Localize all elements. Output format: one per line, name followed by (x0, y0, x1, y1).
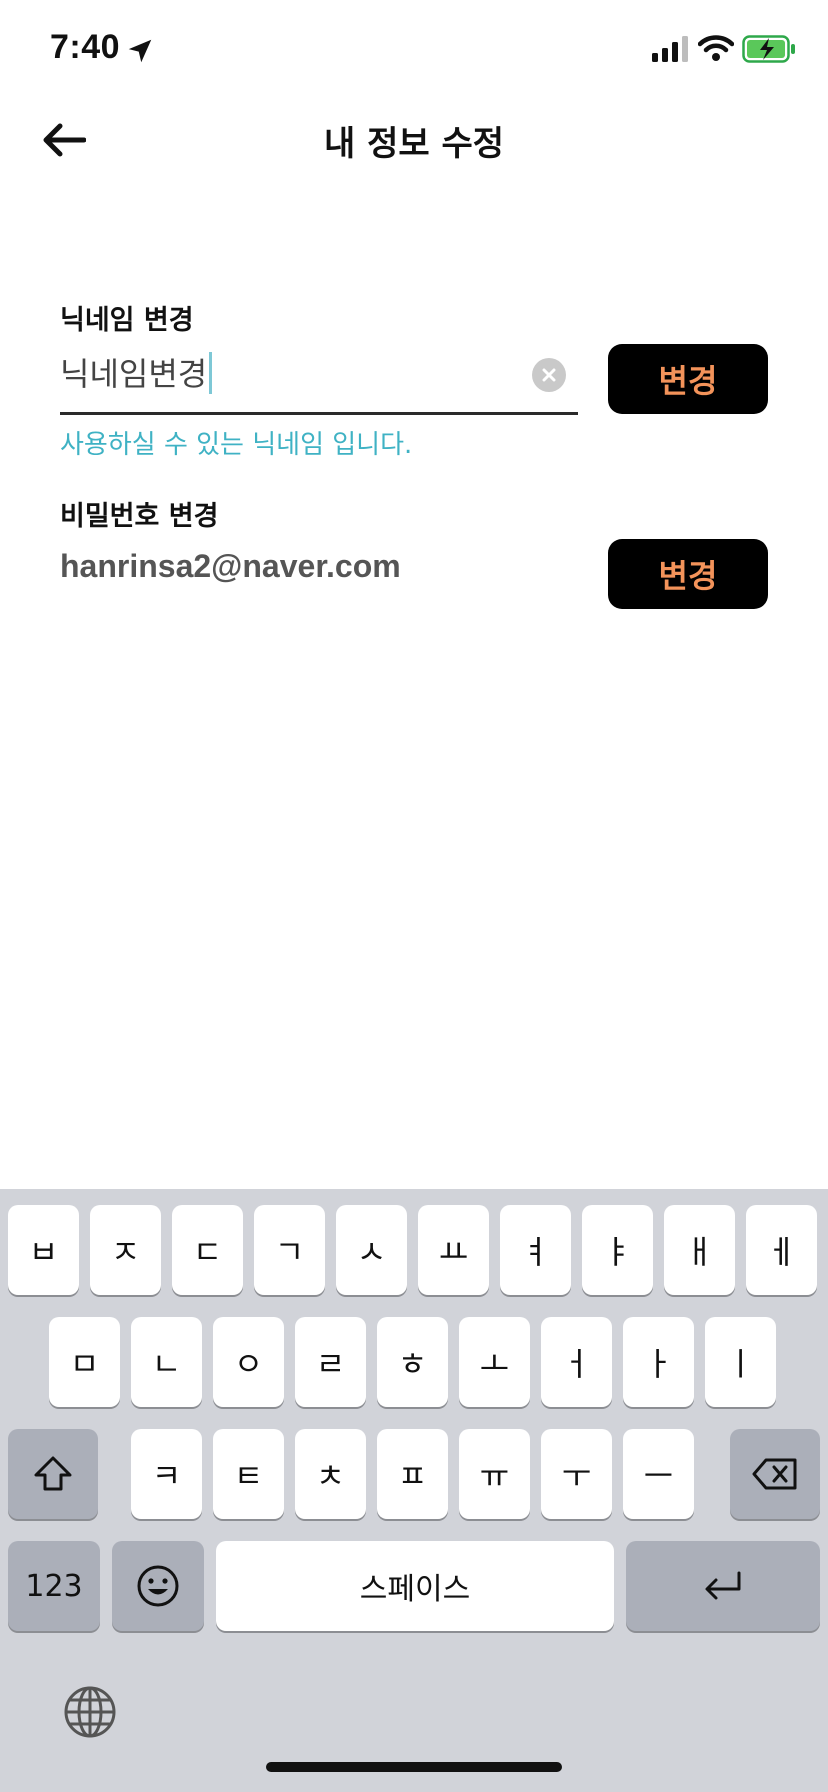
account-email: hanrinsa2@naver.com (60, 548, 401, 584)
return-key[interactable] (626, 1541, 820, 1631)
key-25[interactable]: ㅜ (541, 1429, 612, 1519)
key-6[interactable]: ㅛ (418, 1205, 489, 1295)
key-7[interactable]: ㅕ (500, 1205, 571, 1295)
key-10[interactable]: ㅔ (746, 1205, 817, 1295)
shift-key[interactable] (8, 1429, 98, 1519)
key-15[interactable]: ㅎ (377, 1317, 448, 1407)
key-18[interactable]: ㅏ (623, 1317, 694, 1407)
key-23[interactable]: ㅍ (377, 1429, 448, 1519)
key-16[interactable]: ㅗ (459, 1317, 530, 1407)
key-21[interactable]: ㅌ (213, 1429, 284, 1519)
key-24[interactable]: ㅠ (459, 1429, 530, 1519)
globe-button[interactable] (62, 1684, 118, 1740)
key-14[interactable]: ㄹ (295, 1317, 366, 1407)
page-title: 내 정보 수정 (323, 124, 505, 164)
key-20[interactable]: ㅋ (131, 1429, 202, 1519)
key-19[interactable]: ㅣ (705, 1317, 776, 1407)
wifi-icon (698, 35, 734, 61)
nickname-change-button[interactable]: 변경 (608, 344, 768, 414)
nickname-input[interactable] (60, 344, 510, 400)
cellular-signal-icon (652, 36, 688, 62)
key-22[interactable]: ㅊ (295, 1429, 366, 1519)
location-arrow-icon (128, 39, 152, 63)
key-13[interactable]: ㅇ (213, 1317, 284, 1407)
key-1[interactable]: ㅂ (8, 1205, 79, 1295)
key-5[interactable]: ㅅ (336, 1205, 407, 1295)
status-bar: 7:40 (0, 0, 828, 100)
emoji-key[interactable] (112, 1541, 204, 1631)
password-change-button[interactable]: 변경 (608, 539, 768, 609)
key-17[interactable]: ㅓ (541, 1317, 612, 1407)
status-time: 7:40 (50, 28, 121, 66)
nickname-field (60, 344, 578, 415)
close-icon (542, 368, 556, 382)
password-label: 비밀번호 변경 (60, 501, 219, 532)
key-12[interactable]: ㄴ (131, 1317, 202, 1407)
nickname-label: 닉네임 변경 (60, 305, 194, 336)
key-26[interactable]: ㅡ (623, 1429, 694, 1519)
space-key[interactable]: 스페이스 (216, 1541, 614, 1631)
clear-input-button[interactable] (532, 358, 566, 392)
return-arrow-icon (705, 1571, 741, 1600)
key-11[interactable]: ㅁ (49, 1317, 120, 1407)
emoji-icon (137, 1565, 179, 1607)
backspace-key[interactable] (730, 1429, 820, 1519)
home-indicator (266, 1762, 562, 1772)
globe-icon (64, 1686, 116, 1738)
text-caret (209, 352, 212, 394)
numbers-key[interactable]: 123 (8, 1541, 100, 1631)
key-4[interactable]: ㄱ (254, 1205, 325, 1295)
key-8[interactable]: ㅑ (582, 1205, 653, 1295)
nickname-helper-text: 사용하실 수 있는 닉네임 입니다. (60, 430, 413, 460)
key-9[interactable]: ㅐ (664, 1205, 735, 1295)
key-3[interactable]: ㄷ (172, 1205, 243, 1295)
shift-arrow-icon (34, 1456, 72, 1491)
backspace-icon (752, 1458, 797, 1490)
battery-charging-icon (742, 35, 795, 63)
keyboard: ㅂ ㅈ ㄷ ㄱ ㅅ ㅛ ㅕ ㅑ ㅐ ㅔ ㅁ ㄴ ㅇ ㄹ ㅎ ㅗ ㅓ ㅏ ㅣ ㅋ … (0, 1189, 828, 1792)
key-2[interactable]: ㅈ (90, 1205, 161, 1295)
